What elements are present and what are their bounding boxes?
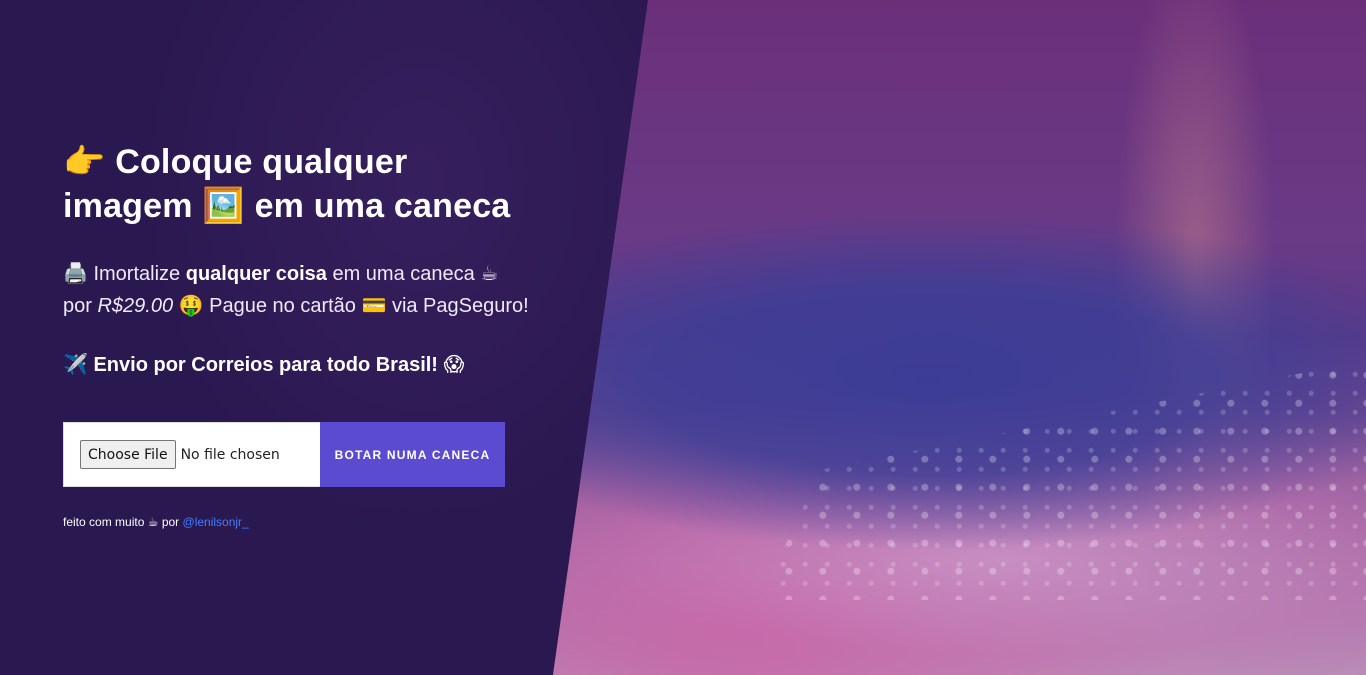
credit-card-icon: 💳 — [361, 293, 387, 317]
airplane-icon: ✈️ — [63, 352, 88, 376]
author-link[interactable]: @lenilsonjr_ — [183, 515, 249, 529]
footer-text-a: feito com muito — [63, 515, 145, 529]
shipping-text: Envio por Correios para todo Brasil! — [93, 354, 438, 376]
file-status-text: No file chosen — [180, 446, 280, 463]
choose-file-button[interactable]: Choose File — [80, 440, 176, 469]
scream-face-icon: 😱 — [443, 352, 465, 376]
hero-content: 👉 Coloque qualquer imagem 🖼️ em uma cane… — [63, 140, 563, 377]
subtitle-text-e: via PagSeguro! — [391, 295, 529, 317]
money-face-icon: 🤑 — [178, 293, 204, 317]
title-line2-a: imagem — [63, 187, 193, 225]
coffee-icon: ☕ — [147, 515, 159, 529]
pointing-hand-icon: 👉 — [63, 142, 106, 182]
page-title: 👉 Coloque qualquer imagem 🖼️ em uma cane… — [63, 140, 563, 228]
printer-icon: 🖨️ — [63, 261, 88, 285]
subtitle-bold: qualquer coisa — [185, 263, 327, 285]
price: R$29.00 — [97, 295, 174, 317]
footer-text-b: por — [161, 515, 180, 529]
shipping-info: ✈️ Envio por Correios para todo Brasil! … — [63, 352, 563, 377]
title-line1: Coloque qualquer — [115, 143, 408, 181]
subtitle-text-c: por — [63, 295, 92, 317]
subtitle: 🖨️ Imortalize qualquer coisa em uma cane… — [63, 258, 563, 322]
subtitle-text-d: Pague no cartão — [209, 295, 356, 317]
file-input[interactable]: Choose File No file chosen — [63, 422, 320, 487]
submit-button[interactable]: BOTAR NUMA CANECA — [320, 422, 505, 487]
coffee-icon: ☕ — [480, 261, 499, 285]
subtitle-text-a: Imortalize — [93, 263, 181, 285]
subtitle-text-b: em uma caneca — [332, 263, 475, 285]
title-line2-b: em uma caneca — [254, 187, 511, 225]
picture-frame-icon: 🖼️ — [202, 186, 245, 226]
upload-form: Choose File No file chosen BOTAR NUMA CA… — [63, 422, 505, 487]
footer: feito com muito ☕ por @lenilsonjr_ — [63, 515, 249, 529]
